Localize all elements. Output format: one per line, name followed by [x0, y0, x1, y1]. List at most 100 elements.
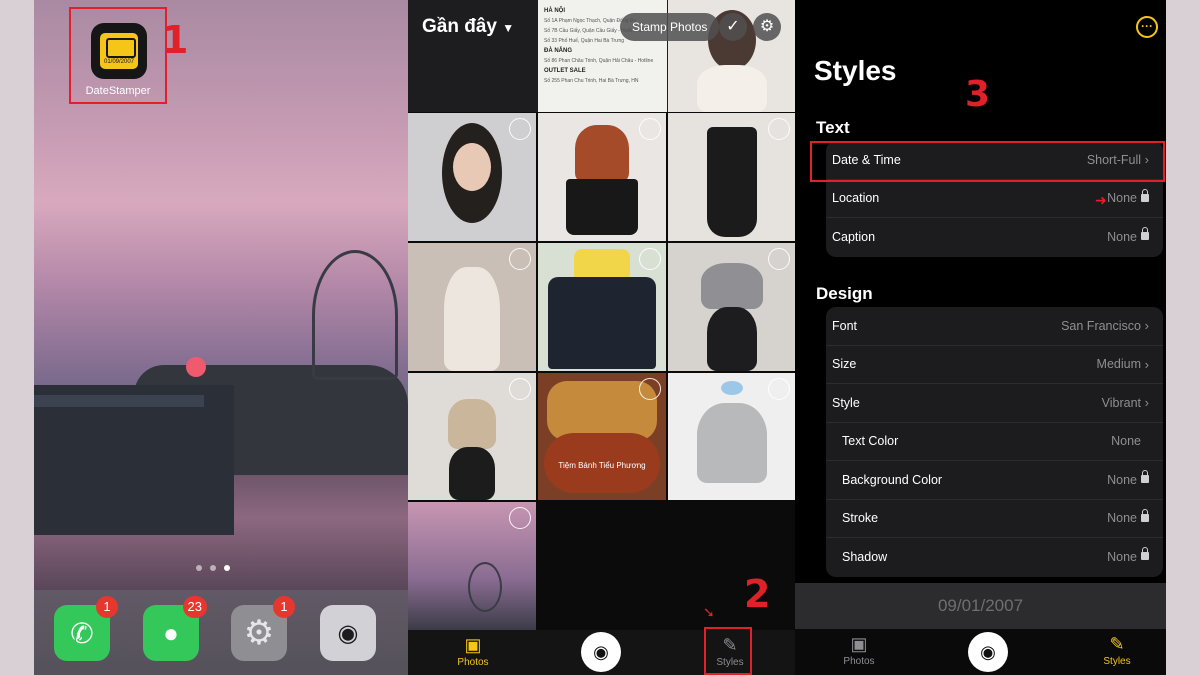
- lock-icon: [1141, 547, 1149, 560]
- pointer-arrow-icon: ➘: [703, 604, 715, 620]
- row-value: None: [1107, 472, 1137, 487]
- camera-button[interactable]: ◉: [968, 632, 1008, 672]
- style-row[interactable]: Style Vibrant ›: [826, 384, 1163, 423]
- location-row[interactable]: Location None: [826, 180, 1163, 218]
- datestamper-app-icon[interactable]: 01/09/2007: [91, 23, 147, 79]
- tab-label: Photos: [843, 656, 875, 667]
- bottom-tab-bar: ▣ Photos ◉ ✎ Styles: [408, 627, 795, 675]
- wallpaper-boat: [34, 385, 234, 535]
- brush-icon: ✎: [1109, 634, 1125, 654]
- wallpaper-ferris-wheel: [312, 250, 398, 380]
- styles-tab-highlight: [704, 627, 752, 675]
- camera-icon: ◉: [980, 641, 996, 662]
- lock-icon: [1141, 470, 1149, 483]
- photo-tile[interactable]: Tiệm Bánh Tiểu Phương: [538, 373, 666, 500]
- more-options-icon[interactable]: ···: [1136, 16, 1158, 38]
- row-value: Vibrant: [1101, 395, 1141, 410]
- caption-row[interactable]: Caption None: [826, 218, 1163, 257]
- phone-badge: 1: [96, 596, 118, 618]
- home-screen: 01/09/2007 DateStamper 1 ✆ 1 ● 23 ⚙ 1 ◉: [34, 0, 408, 675]
- photos-icon: ▣: [464, 635, 482, 655]
- text-color-row[interactable]: Text Color None: [826, 423, 1163, 461]
- phone-icon: ✆: [70, 617, 94, 649]
- settings-badge: 1: [273, 596, 295, 618]
- date-preview: 09/01/2007: [795, 583, 1166, 629]
- doc-line: Số 255 Phan Chu Trinh, Hai Bà Trưng, HN: [544, 78, 639, 84]
- section-design: Design: [816, 284, 873, 303]
- stroke-row[interactable]: Stroke None: [826, 500, 1163, 538]
- gear-icon: ⚙: [243, 614, 275, 652]
- lock-icon: [1141, 188, 1149, 202]
- album-title: Gần đây: [422, 16, 497, 37]
- camera-app[interactable]: ◉: [320, 605, 376, 661]
- size-row[interactable]: Size Medium ›: [826, 346, 1163, 384]
- photos-icon: ▣: [850, 634, 868, 654]
- page-title: Styles: [814, 55, 897, 86]
- messages-badge: 23: [182, 596, 207, 618]
- row-label: Text Color: [842, 434, 899, 449]
- step-number-1: 1: [162, 18, 189, 62]
- row-label: Style: [832, 395, 860, 410]
- photo-tile[interactable]: [668, 113, 795, 241]
- row-value: None: [1111, 434, 1141, 449]
- row-label: Size: [832, 357, 857, 372]
- stamp-photos-button[interactable]: Stamp Photos: [620, 13, 720, 41]
- design-settings-group: Font San Francisco › Size Medium › Style…: [826, 307, 1163, 577]
- chevron-down-icon: ▼: [502, 21, 515, 35]
- tab-photos[interactable]: ▣ Photos: [438, 635, 508, 668]
- shadow-row[interactable]: Shadow None: [826, 538, 1163, 577]
- pointer-arrow-icon: ➜: [1095, 192, 1107, 208]
- date-time-highlight: [810, 141, 1165, 182]
- tutorial-collage: 01/09/2007 DateStamper 1 ✆ 1 ● 23 ⚙ 1 ◉: [0, 0, 1200, 675]
- page-indicator: [196, 565, 230, 571]
- row-label: Shadow: [842, 550, 888, 565]
- bottom-tab-bar: ▣ Photos ◉ ✎ Styles: [795, 629, 1166, 675]
- settings-app[interactable]: ⚙ 1: [231, 596, 295, 661]
- app-label: DateStamper: [85, 85, 151, 97]
- styles-screen: ··· Styles 3 Text Date & Time Short-Full…: [795, 0, 1166, 675]
- datestamper-app-highlight: 01/09/2007 DateStamper: [69, 7, 167, 104]
- checkmark-icon[interactable]: ✓: [719, 13, 747, 41]
- messages-icon: ●: [163, 617, 179, 648]
- step-number-3: 3: [965, 74, 991, 115]
- photo-tile[interactable]: [668, 373, 795, 500]
- photo-tile[interactable]: [538, 113, 666, 241]
- photo-tile[interactable]: [408, 373, 536, 500]
- section-text: Text: [816, 118, 850, 137]
- app-icon-date: 01/09/2007: [103, 59, 135, 65]
- chevron-right-icon: ›: [1144, 318, 1149, 334]
- row-label: Location: [832, 191, 880, 206]
- doc-line: ĐÀ NẴNG: [544, 48, 572, 54]
- tab-styles[interactable]: ✎ Styles: [1082, 634, 1152, 667]
- background-color-row[interactable]: Background Color None: [826, 461, 1163, 500]
- dock: ✆ 1 ● 23 ⚙ 1 ◉: [34, 590, 408, 675]
- chevron-right-icon: ›: [1144, 356, 1149, 372]
- wallpaper-boat-deck: [34, 395, 204, 407]
- photo-tile[interactable]: [408, 502, 536, 630]
- row-value: None: [1107, 550, 1137, 565]
- row-value: None: [1107, 191, 1137, 206]
- messages-app[interactable]: ● 23: [143, 596, 207, 661]
- phone-app[interactable]: ✆ 1: [54, 596, 118, 661]
- row-label: Caption: [832, 230, 876, 245]
- photo-tile[interactable]: [408, 113, 536, 241]
- album-selector[interactable]: Gần đây ▼: [422, 16, 514, 38]
- doc-line: Số 86 Phan Châu Trinh, Quận Hải Châu - H…: [544, 58, 654, 64]
- gear-icon[interactable]: ⚙: [753, 13, 781, 41]
- row-label: Stroke: [842, 511, 879, 526]
- row-label: Font: [832, 318, 858, 333]
- tab-photos[interactable]: ▣ Photos: [824, 634, 894, 667]
- lock-icon: [1141, 508, 1149, 522]
- doc-line: OUTLET SALE: [544, 68, 586, 74]
- photo-tile[interactable]: [408, 243, 536, 371]
- font-row[interactable]: Font San Francisco ›: [826, 307, 1163, 346]
- camera-icon: ◉: [337, 619, 359, 647]
- step-number-2: 2: [744, 572, 771, 616]
- photo-tile[interactable]: [538, 243, 666, 371]
- photo-tile[interactable]: [668, 243, 795, 371]
- camera-button[interactable]: ◉: [581, 632, 621, 672]
- chevron-right-icon: ›: [1144, 395, 1149, 411]
- camera-icon: ◉: [593, 641, 609, 662]
- lock-icon: [1141, 227, 1149, 240]
- photo-picker-screen: Gần đây ▼ HÀ NỘI Số 1A Phạm Ngọc Thạch, …: [408, 0, 795, 675]
